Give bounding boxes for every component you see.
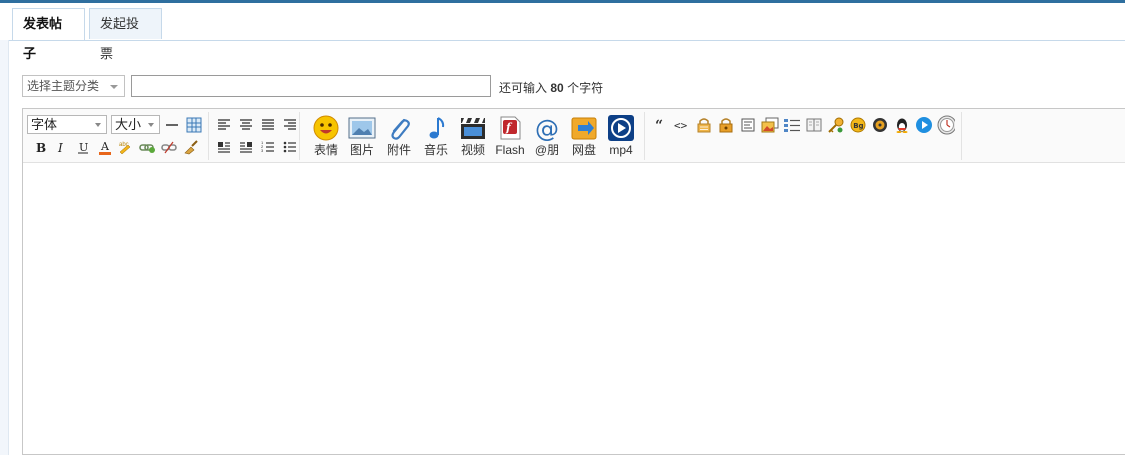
code-icon[interactable]: <> — [673, 116, 691, 134]
tab-start-poll[interactable]: 发起投票 — [89, 8, 162, 61]
svg-text:B: B — [36, 141, 46, 154]
clock-icon[interactable] — [937, 115, 955, 135]
unlink-icon[interactable] — [160, 138, 178, 156]
toolbar-group-align: 123 — [211, 112, 300, 160]
svg-text:3: 3 — [261, 148, 264, 153]
editor: 字体 大小 B I U A abc 1 2 3 表情 图片 附件 音乐 视频 f… — [22, 108, 1125, 455]
title-input[interactable] — [131, 75, 491, 97]
float-left-icon[interactable] — [215, 138, 233, 156]
align-justify-icon[interactable] — [259, 116, 277, 134]
svg-text:@: @ — [535, 115, 559, 141]
at-icon: @ — [532, 114, 562, 142]
svg-text:A: A — [100, 140, 110, 153]
remaining-chars-hint: 还可输入 80 个字符 — [499, 79, 603, 96]
flash-icon: f — [495, 114, 525, 142]
quote-icon[interactable]: “ — [651, 116, 669, 134]
remaining-suffix: 个字符 — [567, 81, 604, 95]
align-center-icon[interactable] — [237, 116, 255, 134]
font-size-select[interactable]: 大小 — [111, 115, 160, 134]
bold-icon[interactable]: B — [31, 138, 49, 156]
insert-image-gallery-icon[interactable] — [761, 116, 779, 134]
svg-text:<>: <> — [674, 119, 688, 132]
font-family-select[interactable]: 字体 — [27, 115, 107, 134]
category-select-label: 选择主题分类 — [27, 79, 100, 93]
italic-icon[interactable]: I — [52, 138, 70, 156]
table-icon[interactable] — [185, 116, 203, 134]
clear-format-icon[interactable] — [182, 138, 200, 156]
float-right-icon[interactable] — [237, 138, 255, 156]
columns-icon[interactable] — [805, 116, 823, 134]
toolbar-group-format: 字体 大小 B I U A abc — [25, 112, 209, 160]
underline-icon[interactable]: U — [74, 138, 92, 156]
horizontal-rule-icon[interactable] — [163, 116, 181, 134]
svg-text:Bg: Bg — [853, 122, 863, 130]
password-key-icon[interactable] — [827, 116, 845, 134]
smiley-icon — [311, 114, 341, 142]
svg-text:“: “ — [655, 118, 663, 132]
attachment-button[interactable]: 附件 — [382, 114, 416, 160]
media-player-icon[interactable] — [871, 116, 889, 134]
unordered-list-icon[interactable] — [281, 138, 299, 156]
svg-text:I: I — [57, 141, 63, 154]
align-left-icon[interactable] — [215, 116, 233, 134]
hide-content-icon[interactable] — [717, 116, 735, 134]
svg-text:U: U — [79, 141, 88, 154]
emoji-button[interactable]: 表情 — [309, 114, 343, 160]
editor-content-area[interactable] — [23, 163, 1125, 454]
paperclip-icon — [384, 114, 414, 142]
music-label: 音乐 — [423, 143, 448, 157]
editor-toolbar: 字体 大小 B I U A abc 1 2 3 表情 图片 附件 音乐 视频 f… — [23, 109, 1125, 163]
font-color-icon[interactable]: A — [96, 138, 114, 156]
ordered-list-icon[interactable]: 123 — [259, 138, 277, 156]
chevron-down-icon — [148, 123, 154, 127]
chevron-down-icon — [110, 85, 118, 89]
font-size-label: 大小 — [115, 117, 142, 132]
attachment-label: 附件 — [386, 143, 411, 157]
insert-link-icon[interactable] — [138, 138, 156, 156]
background-color-icon[interactable]: abc — [117, 138, 135, 156]
category-select[interactable]: 选择主题分类 — [22, 75, 125, 97]
toolbar-group-media: 表情 图片 附件 音乐 视频 f Flash @ @朋 网盘 mp4 — [303, 112, 645, 160]
video-clapper-icon — [458, 114, 488, 142]
mp4-label: mp4 — [609, 143, 633, 157]
cloud-disk-button[interactable]: 网盘 — [567, 114, 601, 160]
emoji-label: 表情 — [313, 143, 338, 157]
mp4-play-icon — [606, 114, 636, 142]
align-right-icon[interactable] — [281, 116, 299, 134]
toolbar-group-extras: “ <> Bg — [649, 112, 962, 160]
cloud-disk-icon — [569, 114, 599, 142]
tab-post-thread[interactable]: 发表帖子 — [12, 8, 85, 61]
music-button[interactable]: 音乐 — [419, 114, 453, 160]
music-note-icon — [421, 114, 451, 142]
cloud-disk-label: 网盘 — [571, 143, 596, 157]
flash-label: Flash — [495, 143, 525, 157]
remaining-prefix: 还可输入 — [499, 81, 548, 95]
chevron-down-icon — [95, 123, 101, 127]
left-gutter — [0, 40, 9, 455]
tab-bar: 发表帖子 发起投票 — [0, 3, 1125, 61]
image-label: 图片 — [349, 143, 374, 157]
mention-label: @朋 — [534, 143, 560, 157]
qq-penguin-icon[interactable] — [893, 116, 911, 134]
font-family-label: 字体 — [31, 117, 58, 132]
remaining-count: 80 — [550, 81, 564, 95]
mention-button[interactable]: @ @朋 — [530, 114, 564, 160]
video-button[interactable]: 视频 — [456, 114, 490, 160]
index-icon[interactable] — [783, 116, 801, 134]
play-circle-icon[interactable] — [915, 116, 933, 134]
video-label: 视频 — [460, 143, 485, 157]
image-icon — [347, 114, 377, 142]
page-break-icon[interactable] — [739, 116, 757, 134]
flash-button[interactable]: f Flash — [493, 114, 527, 160]
mp4-button[interactable]: mp4 — [604, 114, 638, 160]
image-button[interactable]: 图片 — [345, 114, 379, 160]
background-music-icon[interactable]: Bg — [849, 116, 867, 134]
free-content-icon[interactable] — [695, 116, 713, 134]
